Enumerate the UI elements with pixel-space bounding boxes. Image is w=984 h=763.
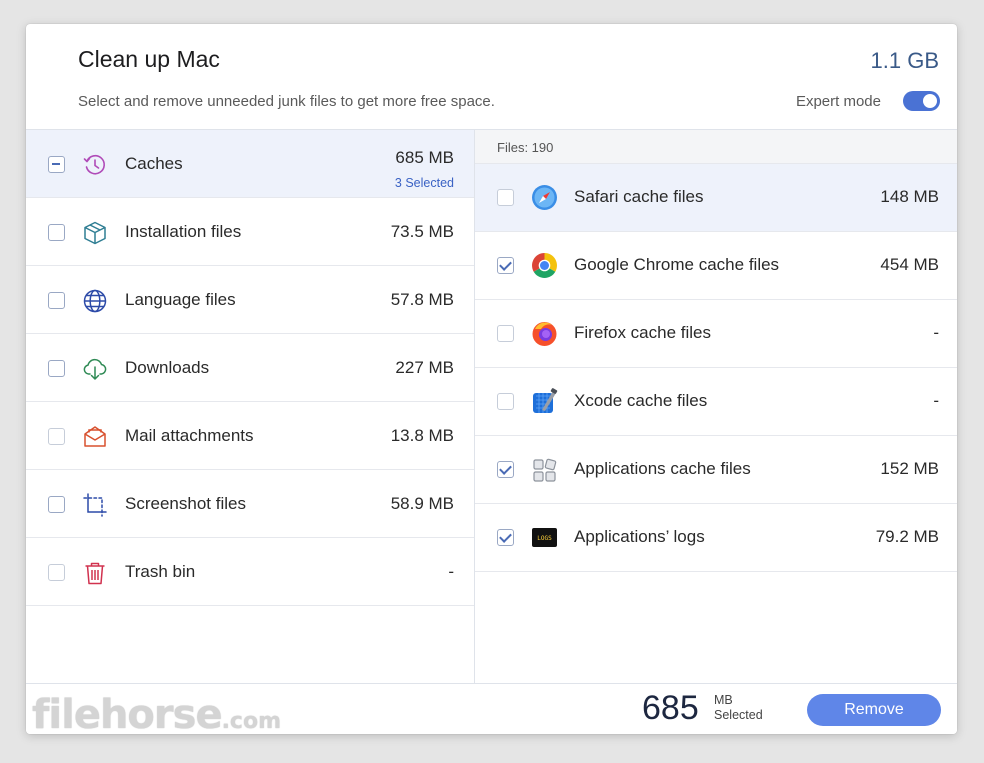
file-row-applications[interactable]: Applications cache files 152 MB [475, 436, 957, 504]
selected-size-unit: MB Selected [714, 693, 763, 723]
category-label: Mail attachments [125, 426, 254, 445]
firefox-icon [532, 322, 557, 346]
files-count-bar: Files: 190 [475, 130, 957, 164]
file-label: Xcode cache files [574, 391, 708, 410]
applications-checkbox[interactable] [497, 461, 514, 478]
file-size: 79.2 MB [875, 527, 939, 546]
remove-button[interactable]: Remove [807, 694, 941, 726]
file-row-firefox[interactable]: Firefox cache files - [475, 300, 957, 368]
file-size: 148 MB [880, 187, 939, 206]
files-list: Files: 190 Safari cache files 148 MB Goo… [475, 130, 957, 683]
language-checkbox[interactable] [48, 292, 65, 309]
category-size: 58.9 MB [390, 494, 454, 513]
category-label: Trash bin [125, 562, 196, 581]
safari-checkbox[interactable] [497, 189, 514, 206]
logs-checkbox[interactable] [497, 529, 514, 546]
category-row-installation[interactable]: Installation files 73.5 MB [26, 198, 474, 266]
file-label: Google Chrome cache files [574, 255, 780, 274]
cloud-download-icon [83, 358, 107, 380]
expert-mode-label: Expert mode [795, 93, 881, 110]
xcode-icon [533, 388, 558, 413]
firefox-checkbox[interactable] [497, 325, 514, 342]
category-row-screenshot[interactable]: Screenshot files 58.9 MB [26, 470, 474, 538]
caches-checkbox[interactable] [48, 156, 65, 173]
file-row-logs[interactable]: LOGS Applications’ logs 79.2 MB [475, 504, 957, 572]
chrome-icon [532, 253, 557, 278]
installation-checkbox[interactable] [48, 224, 65, 241]
watermark-suffix: .com [221, 709, 282, 734]
page-subtitle: Select and remove unneeded junk files to… [78, 93, 495, 110]
files-count: Files: 190 [497, 140, 554, 155]
trash-checkbox[interactable] [48, 564, 65, 581]
file-row-chrome[interactable]: Google Chrome cache files 454 MB [475, 232, 957, 300]
file-label: Applications cache files [574, 459, 751, 478]
category-row-caches[interactable]: Caches 685 MB 3 Selected [26, 130, 474, 198]
category-row-downloads[interactable]: Downloads 227 MB [26, 334, 474, 402]
selected-count: 3 Selected [394, 176, 454, 190]
file-size: 454 MB [880, 255, 939, 274]
file-row-xcode[interactable]: Xcode cache files - [475, 368, 957, 436]
selected-label: Selected [714, 708, 763, 722]
file-size: - [933, 391, 939, 410]
safari-icon [532, 185, 557, 210]
file-label: Firefox cache files [574, 323, 711, 342]
footer: filehorse.com 685 MB Selected Remove [26, 683, 957, 734]
category-size: 685 MB [395, 148, 454, 167]
mail-checkbox[interactable] [48, 428, 65, 445]
watermark-logo: filehorse.com [32, 692, 281, 734]
file-size: - [933, 323, 939, 342]
category-label: Screenshot files [125, 494, 246, 513]
mail-icon [84, 426, 106, 447]
downloads-checkbox[interactable] [48, 360, 65, 377]
file-size: 152 MB [880, 459, 939, 478]
file-label: Applications’ logs [574, 527, 705, 546]
package-icon [84, 221, 106, 245]
page-title: Clean up Mac [78, 46, 220, 72]
category-row-language[interactable]: Language files 57.8 MB [26, 266, 474, 334]
category-size: 13.8 MB [390, 426, 454, 445]
trash-icon [85, 562, 105, 585]
category-label: Caches [125, 154, 183, 173]
chrome-checkbox[interactable] [497, 257, 514, 274]
globe-icon [83, 289, 107, 313]
selected-size-number: 685 [642, 689, 699, 727]
file-label: Safari cache files [574, 187, 704, 206]
header: Clean up Mac Select and remove unneeded … [26, 24, 957, 130]
logs-icon: LOGS [532, 528, 557, 547]
category-label: Language files [125, 290, 236, 309]
category-size: 57.8 MB [390, 290, 454, 309]
categories-list: Caches 685 MB 3 Selected Installation fi… [26, 130, 475, 683]
xcode-checkbox[interactable] [497, 393, 514, 410]
logs-icon-text: LOGS [537, 535, 552, 542]
category-label: Installation files [125, 222, 242, 241]
expert-mode-toggle[interactable] [903, 91, 940, 111]
screenshot-checkbox[interactable] [48, 496, 65, 513]
toggle-knob [923, 94, 937, 108]
category-size: 73.5 MB [390, 222, 454, 241]
category-row-mail[interactable]: Mail attachments 13.8 MB [26, 402, 474, 470]
category-row-trash[interactable]: Trash bin - [26, 538, 474, 606]
category-size: 227 MB [395, 358, 454, 377]
applications-icon [533, 458, 557, 482]
file-row-safari[interactable]: Safari cache files 148 MB [475, 164, 957, 232]
unit-label: MB [714, 693, 733, 707]
crop-icon [83, 493, 107, 517]
watermark-main: filehorse [32, 692, 223, 734]
category-label: Downloads [125, 358, 210, 377]
history-icon [83, 154, 105, 175]
category-size: - [448, 562, 454, 581]
total-size: 1.1 GB [870, 48, 939, 73]
cleanup-window: Clean up Mac Select and remove unneeded … [26, 24, 957, 734]
